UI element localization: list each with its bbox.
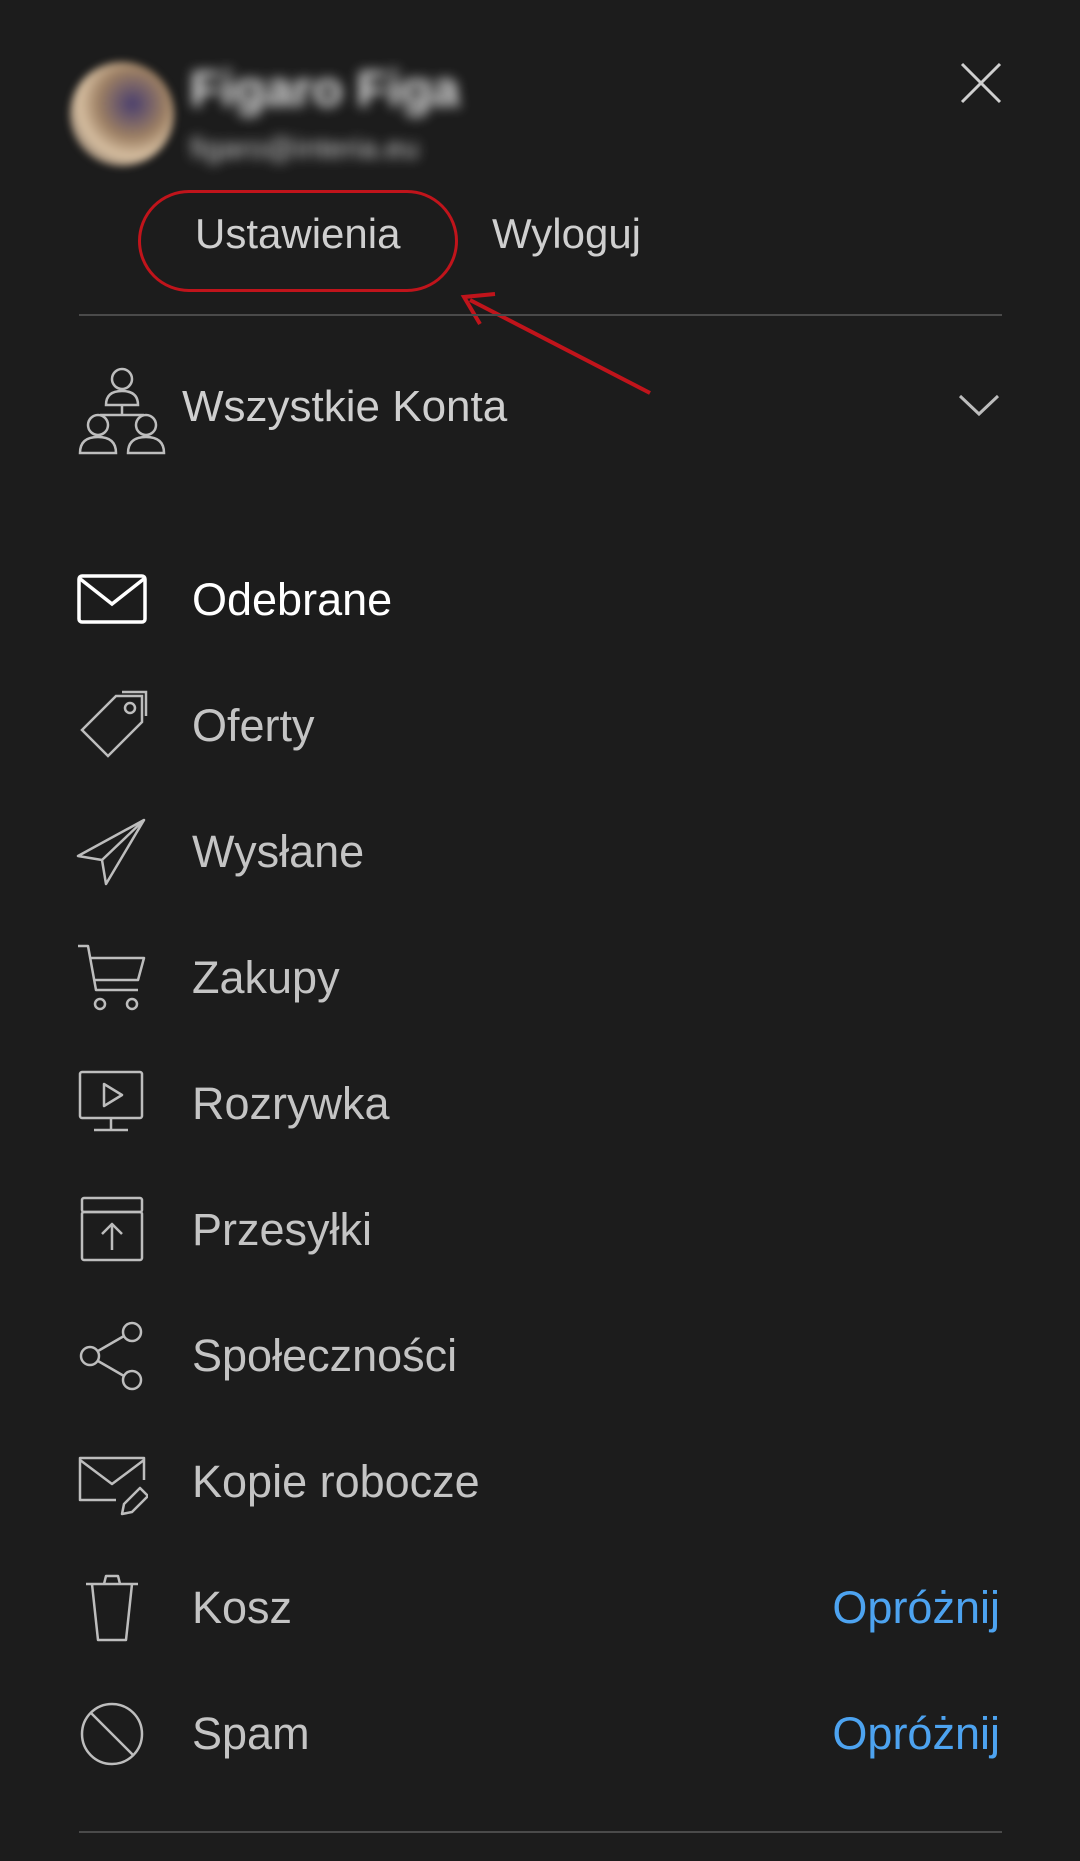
draft-envelope-icon [76, 1446, 148, 1518]
folder-label: Odebrane [192, 574, 393, 625]
folder-item-spam[interactable]: Spam Opróżnij [0, 1674, 1080, 1794]
folder-item-oferty[interactable]: Oferty [0, 666, 1080, 786]
annotation-ellipse [138, 190, 458, 292]
user-email: figaro@interia.eu [190, 132, 419, 165]
chevron-down-icon[interactable] [956, 390, 1002, 420]
folder-label: Przesyłki [192, 1204, 373, 1255]
accounts-selector-label[interactable]: Wszystkie Konta [182, 382, 507, 432]
divider [79, 1831, 1002, 1833]
accounts-icon [74, 365, 170, 455]
paper-plane-icon [76, 816, 148, 888]
folder-label: Kopie robocze [192, 1456, 480, 1507]
logout-link[interactable]: Wyloguj [492, 210, 641, 258]
folder-item-kopie-robocze[interactable]: Kopie robocze [0, 1422, 1080, 1542]
folder-label: Oferty [192, 700, 315, 751]
empty-trash-button[interactable]: Opróżnij [832, 1582, 1000, 1634]
folder-item-wyslane[interactable]: Wysłane [0, 792, 1080, 912]
close-button[interactable] [956, 58, 1006, 108]
package-icon [76, 1194, 148, 1266]
folder-label: Zakupy [192, 952, 340, 1003]
close-icon [960, 62, 1002, 104]
user-name: Figaro Figa [190, 61, 460, 117]
folder-label: Rozrywka [192, 1078, 390, 1129]
folder-item-rozrywka[interactable]: Rozrywka [0, 1044, 1080, 1164]
folder-item-zakupy[interactable]: Zakupy [0, 918, 1080, 1038]
envelope-icon [76, 564, 148, 636]
cart-icon [76, 942, 148, 1014]
share-icon [76, 1320, 148, 1392]
trash-icon [76, 1572, 148, 1644]
empty-spam-button[interactable]: Opróżnij [832, 1708, 1000, 1760]
folder-item-spolecznosci[interactable]: Społeczności [0, 1296, 1080, 1416]
folder-label: Kosz [192, 1582, 293, 1633]
folder-item-odebrane[interactable]: Odebrane [0, 540, 1080, 660]
folder-label: Społeczności [192, 1330, 458, 1381]
folder-label: Wysłane [192, 826, 365, 877]
play-screen-icon [76, 1068, 148, 1140]
blocked-icon [76, 1698, 148, 1770]
folder-item-przesylki[interactable]: Przesyłki [0, 1170, 1080, 1290]
divider [79, 314, 1002, 316]
folder-item-kosz[interactable]: Kosz Opróżnij [0, 1548, 1080, 1668]
tag-icon [76, 690, 148, 762]
avatar[interactable] [70, 62, 174, 166]
folder-label: Spam [192, 1708, 310, 1759]
